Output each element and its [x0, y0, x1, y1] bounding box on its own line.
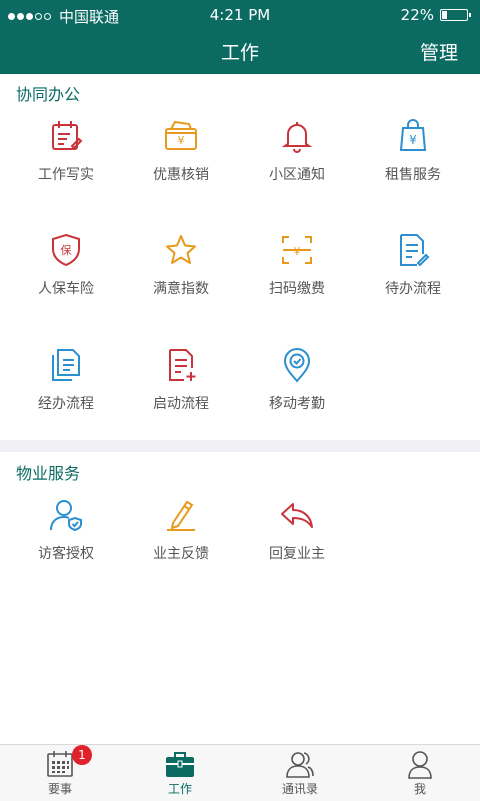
grid-item-work-record[interactable]: 工作写实 [6, 118, 126, 184]
grid-item-label: 小区通知 [269, 167, 325, 183]
tab-label: 工作 [167, 782, 192, 796]
document-add-icon [169, 349, 196, 381]
reply-icon [281, 503, 313, 528]
grid-item-reply-owner[interactable]: 回复业主 [237, 497, 357, 563]
calendar-grid-icon [47, 751, 73, 777]
grid-item-label: 人保车险 [38, 281, 94, 297]
briefcase-icon [166, 752, 194, 777]
grid-item-label: 启动流程 [153, 396, 209, 412]
section-title-property: 物业服务 [16, 464, 81, 483]
section-divider [0, 440, 480, 452]
notification-badge: 1 [72, 745, 92, 765]
grid-item-label: 租售服务 [385, 167, 441, 183]
coupon-wallet-icon: ¥ [165, 120, 197, 150]
star-icon [166, 235, 196, 264]
grid-item-label: 移动考勤 [269, 396, 325, 412]
tab-important[interactable]: 要事 1 [0, 745, 120, 801]
grid-item-label: 工作写实 [38, 167, 94, 183]
tab-contacts[interactable]: 通讯录 [240, 745, 360, 801]
tab-label: 要事 [47, 782, 72, 796]
tab-bar: 要事 1 工作 通讯录 我 [0, 744, 480, 801]
svg-text:¥: ¥ [409, 133, 417, 147]
bell-icon [281, 122, 313, 153]
grid-item-label: 优惠核销 [153, 167, 209, 183]
tab-work[interactable]: 工作 [120, 745, 240, 801]
grid-item-label: 待办流程 [385, 281, 441, 297]
person-icon [408, 751, 432, 779]
shopping-bag-yen-icon: ¥ [399, 119, 427, 151]
tab-label: 我 [413, 782, 426, 796]
grid-item-owner-feedback[interactable]: 业主反馈 [121, 497, 241, 563]
grid-item-scan-pay[interactable]: ¥ 扫码缴费 [237, 232, 357, 298]
grid-item-start-process[interactable]: 启动流程 [121, 347, 241, 413]
status-bar: 中国联通 4:21 PM 22% [0, 0, 480, 30]
page-title: 工作 [220, 42, 259, 64]
grid-item-label: 业主反馈 [153, 546, 209, 562]
svg-text:¥: ¥ [294, 245, 301, 258]
section-title-office: 协同办公 [16, 85, 81, 104]
nav-bar: 工作 管理 [0, 30, 480, 74]
grid-item-satisfaction[interactable]: 满意指数 [121, 232, 241, 298]
manage-button[interactable]: 管理 [420, 38, 458, 65]
grid-item-handled-process[interactable]: 经办流程 [6, 347, 126, 413]
svg-text:¥: ¥ [178, 134, 185, 147]
pencil-icon [167, 500, 195, 531]
grid-item-label: 回复业主 [269, 546, 325, 562]
scan-pay-icon: ¥ [282, 236, 312, 264]
contacts-icon [286, 752, 314, 778]
battery-icon [440, 9, 471, 21]
grid-item-notice[interactable]: 小区通知 [237, 118, 357, 184]
calendar-edit-icon [52, 121, 83, 150]
insurance-shield-icon: 保 [52, 233, 80, 267]
document-edit-icon [400, 234, 430, 267]
battery-percent: 22% [400, 6, 434, 24]
grid-item-label: 扫码缴费 [269, 281, 325, 297]
documents-icon [52, 349, 80, 381]
grid-item-coupon[interactable]: ¥ 优惠核销 [121, 118, 241, 184]
grid-item-rent-sale[interactable]: ¥ 租售服务 [353, 118, 473, 184]
location-check-icon [283, 348, 311, 383]
battery-status: 22% [400, 6, 471, 24]
grid-item-visitor-auth[interactable]: 访客授权 [6, 497, 126, 563]
visitor-shield-icon [50, 500, 82, 532]
grid-item-attendance[interactable]: 移动考勤 [237, 347, 357, 413]
grid-item-todo-process[interactable]: 待办流程 [353, 232, 473, 298]
grid-item-label: 访客授权 [38, 546, 94, 562]
grid-item-label: 经办流程 [38, 396, 94, 412]
tab-me[interactable]: 我 [360, 745, 480, 801]
grid-item-car-insurance[interactable]: 保 人保车险 [6, 232, 126, 298]
svg-text:保: 保 [61, 243, 72, 257]
tab-label: 通讯录 [281, 782, 318, 796]
grid-item-label: 满意指数 [153, 281, 209, 297]
